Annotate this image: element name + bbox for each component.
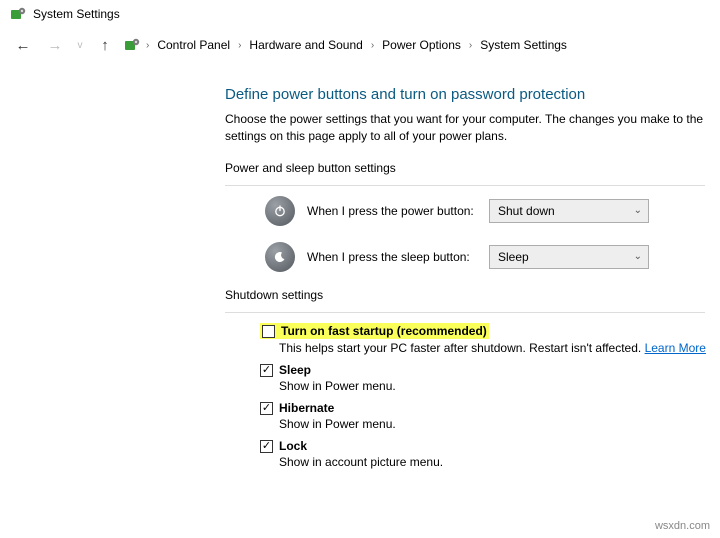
fast-startup-highlight: Turn on fast startup (recommended) [260, 323, 489, 339]
hibernate-option-label: Hibernate [279, 401, 334, 415]
divider [225, 185, 705, 186]
fast-startup-desc: This helps start your PC faster after sh… [279, 341, 720, 355]
sleep-button-row: When I press the sleep button: Sleep ⌄ [265, 242, 720, 272]
chevron-right-icon[interactable]: › [371, 40, 374, 51]
sleep-checkbox[interactable] [260, 364, 273, 377]
power-sleep-section-title: Power and sleep button settings [225, 161, 720, 175]
lock-option-desc: Show in account picture menu. [279, 455, 720, 469]
breadcrumb-hardware-sound[interactable]: Hardware and Sound [247, 35, 364, 55]
lock-option-label: Lock [279, 439, 307, 453]
chevron-right-icon[interactable]: › [146, 40, 149, 51]
page-heading: Define power buttons and turn on passwor… [225, 86, 720, 103]
sleep-button-value: Sleep [498, 250, 529, 264]
shutdown-settings: Turn on fast startup (recommended) This … [260, 323, 720, 469]
power-button-value: Shut down [498, 204, 555, 218]
recent-dropdown-icon[interactable]: v [74, 32, 86, 58]
forward-button: → [42, 32, 68, 58]
breadcrumb-control-panel[interactable]: Control Panel [155, 35, 232, 55]
page-description: Choose the power settings that you want … [225, 111, 720, 145]
window-title: System Settings [33, 7, 120, 21]
nav-toolbar: ← → v ↑ › Control Panel › Hardware and S… [0, 28, 720, 66]
power-button-label: When I press the power button: [307, 204, 477, 218]
breadcrumb-power-options[interactable]: Power Options [380, 35, 463, 55]
content-area: Define power buttons and turn on passwor… [0, 66, 720, 469]
fast-startup-checkbox[interactable] [262, 325, 275, 338]
divider [225, 312, 705, 313]
titlebar: System Settings [0, 0, 720, 28]
breadcrumb[interactable]: › Control Panel › Hardware and Sound › P… [124, 35, 569, 55]
chevron-right-icon[interactable]: › [238, 40, 241, 51]
back-button[interactable]: ← [10, 32, 36, 58]
system-settings-icon [10, 6, 26, 22]
chevron-down-icon: ⌄ [634, 205, 642, 216]
breadcrumb-icon [124, 37, 140, 53]
breadcrumb-system-settings[interactable]: System Settings [478, 35, 569, 55]
up-button[interactable]: ↑ [92, 32, 118, 58]
chevron-right-icon[interactable]: › [469, 40, 472, 51]
learn-more-link[interactable]: Learn More [645, 341, 706, 355]
power-button-select[interactable]: Shut down ⌄ [489, 199, 649, 223]
sleep-icon [265, 242, 295, 272]
hibernate-option-desc: Show in Power menu. [279, 417, 720, 431]
sleep-button-label: When I press the sleep button: [307, 250, 477, 264]
hibernate-checkbox[interactable] [260, 402, 273, 415]
power-icon [265, 196, 295, 226]
sleep-option-desc: Show in Power menu. [279, 379, 720, 393]
sleep-button-select[interactable]: Sleep ⌄ [489, 245, 649, 269]
sleep-option-label: Sleep [279, 363, 311, 377]
chevron-down-icon: ⌄ [634, 251, 642, 262]
watermark: wsxdn.com [655, 520, 710, 532]
fast-startup-label: Turn on fast startup (recommended) [281, 324, 487, 338]
power-button-row: When I press the power button: Shut down… [265, 196, 720, 226]
lock-checkbox[interactable] [260, 440, 273, 453]
shutdown-section-title: Shutdown settings [225, 288, 720, 302]
